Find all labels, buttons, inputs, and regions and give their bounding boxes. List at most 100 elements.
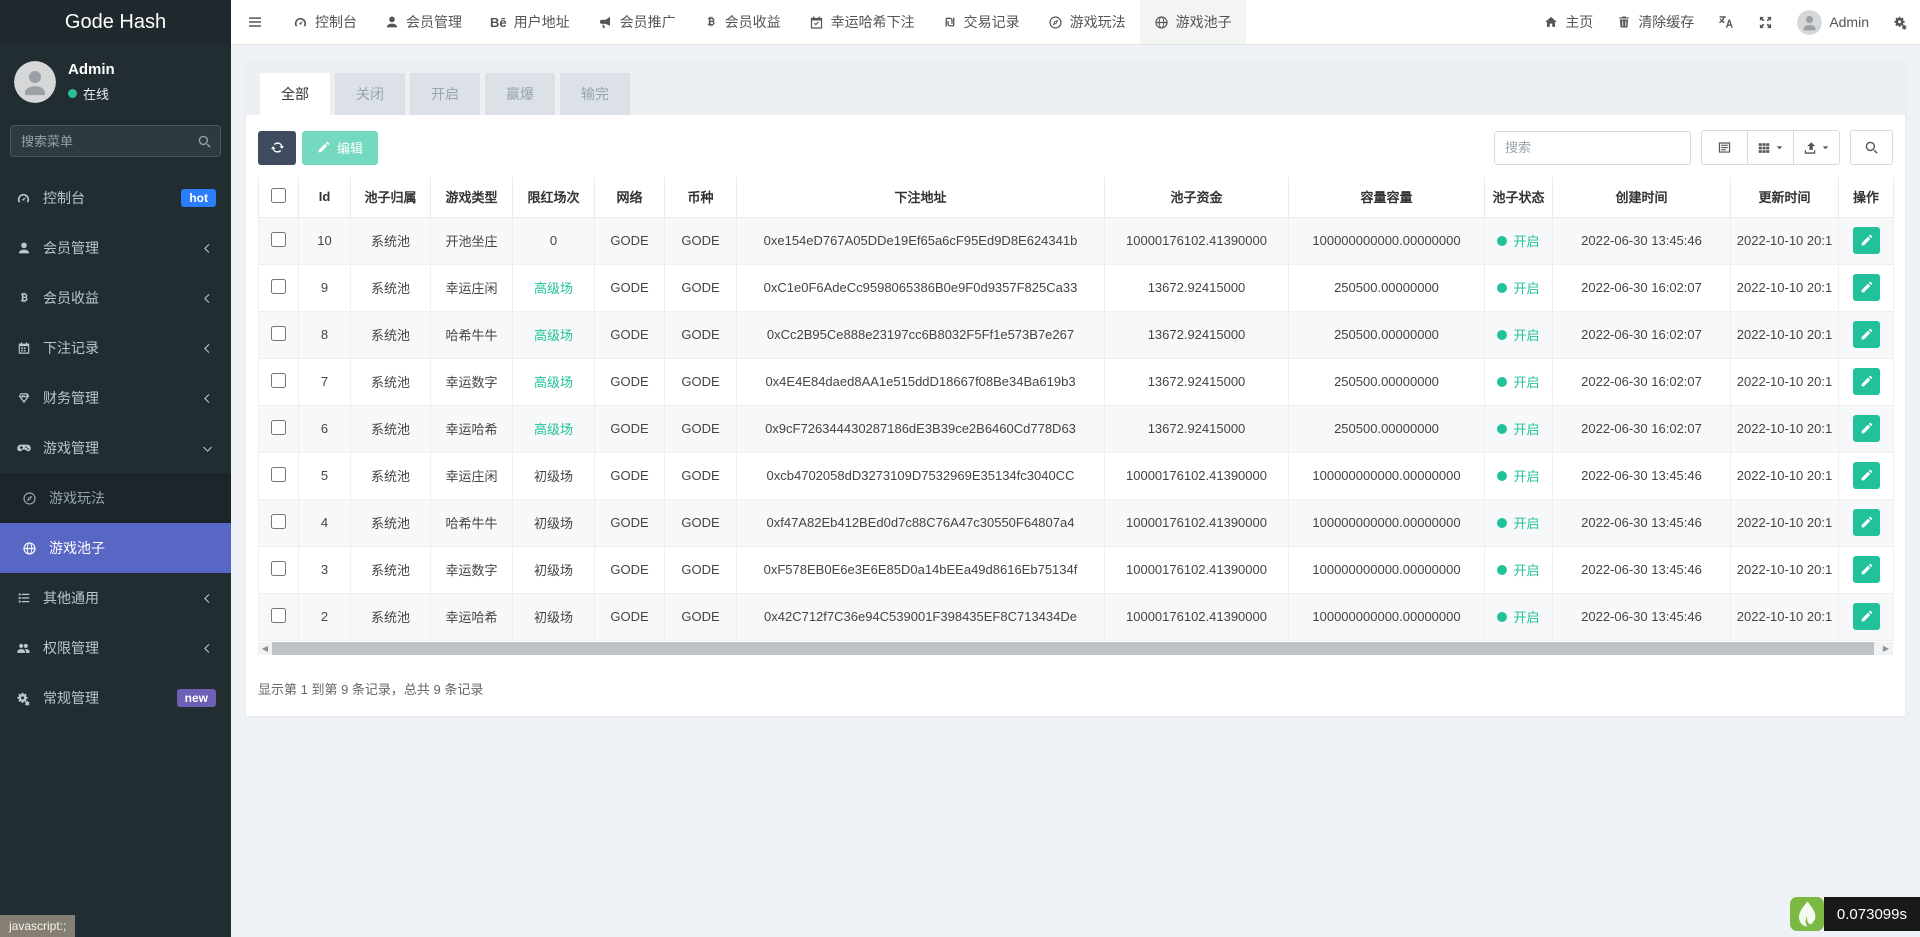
scroll-right-arrow[interactable]: ▶ (1879, 642, 1893, 655)
row-edit-button[interactable] (1853, 227, 1880, 254)
row-checkbox[interactable] (271, 420, 286, 435)
topnav-item-3[interactable]: Bē用户地址 (476, 0, 584, 44)
columns-button[interactable] (1747, 130, 1794, 165)
topbar-right-item-6[interactable] (1881, 0, 1920, 44)
edit-button[interactable]: 编辑 (302, 131, 378, 165)
row-checkbox[interactable] (271, 467, 286, 482)
cell-fund: 10000176102.41390000 (1105, 217, 1289, 264)
row-checkbox[interactable] (271, 279, 286, 294)
user-status: 在线 (68, 84, 115, 103)
cell-checkbox[interactable] (259, 593, 299, 640)
tab-赢爆[interactable]: 赢爆 (485, 73, 555, 115)
cell-checkbox[interactable] (259, 452, 299, 499)
cell-text: 2022-06-30 13:45:46 (1581, 515, 1702, 530)
cell-checkbox[interactable] (259, 546, 299, 593)
cell-checkbox[interactable] (259, 358, 299, 405)
sidebar-item-label: 控制台 (43, 188, 170, 208)
topnav-item-1[interactable]: 控制台 (279, 0, 371, 44)
sidebar-item-2[interactable]: 会员管理 (0, 223, 231, 273)
compass-icon (1048, 15, 1063, 30)
sidebar-subitem-游戏池子[interactable]: 游戏池子 (0, 523, 231, 573)
sidebar-item-8[interactable]: 权限管理 (0, 623, 231, 673)
status-label: 开启 (1513, 278, 1539, 297)
cell-owner: 系统池 (351, 405, 431, 452)
tab-关闭[interactable]: 关闭 (335, 73, 405, 115)
column-header-label: Id (319, 189, 331, 204)
cell-checkbox[interactable] (259, 311, 299, 358)
chevron-left-icon (199, 343, 216, 354)
search-submit-button[interactable] (1850, 130, 1893, 165)
cell-owner: 系统池 (351, 546, 431, 593)
sidebar-item-9[interactable]: 常规管理new (0, 673, 231, 723)
panel-body: 编辑 (246, 115, 1905, 716)
table-row: 5系统池幸运庄闲初级场GODEGODE0xcb4702058dD3273109D… (259, 452, 1894, 499)
row-edit-button[interactable] (1853, 556, 1880, 583)
records-info: 显示第 1 到第 9 条记录，总共 9 条记录 (258, 679, 1893, 698)
table-row: 4系统池哈希牛牛初级场GODEGODE0xf47A82Eb412BEd0d7c8… (259, 499, 1894, 546)
column-header-checkbox[interactable] (259, 177, 299, 217)
row-checkbox[interactable] (271, 373, 286, 388)
cell-text: 2022-06-30 16:02:07 (1581, 280, 1702, 295)
refresh-button[interactable] (258, 131, 296, 165)
topnav-item-8[interactable]: 游戏玩法 (1034, 0, 1140, 44)
tab-开启[interactable]: 开启 (410, 73, 480, 115)
sidebar-item-6[interactable]: 游戏管理 (0, 423, 231, 473)
cell-address: 0xcb4702058dD3273109D7532969E35134fc3040… (737, 452, 1105, 499)
row-edit-button[interactable] (1853, 321, 1880, 348)
row-edit-button[interactable] (1853, 368, 1880, 395)
topnav-item-6[interactable]: 幸运哈希下注 (795, 0, 929, 44)
topnav-item-4[interactable]: 会员推广 (584, 0, 690, 44)
online-dot-icon (68, 89, 77, 98)
table-search-input[interactable] (1494, 131, 1691, 165)
cell-checkbox[interactable] (259, 499, 299, 546)
sidebar-item-3[interactable]: 会员收益 (0, 273, 231, 323)
row-checkbox[interactable] (271, 232, 286, 247)
topbar-nav: 控制台会员管理Bē用户地址会员推广会员收益幸运哈希下注交易记录游戏玩法游戏池子 (279, 0, 1246, 44)
row-edit-button[interactable] (1853, 509, 1880, 536)
select-all-checkbox[interactable] (271, 188, 286, 203)
pencil-icon (1860, 469, 1873, 482)
row-edit-button[interactable] (1853, 462, 1880, 489)
scroll-left-arrow[interactable]: ◀ (258, 642, 272, 655)
sidebar-subitem-label: 游戏玩法 (49, 488, 216, 508)
column-header-limit: 限红场次 (513, 177, 595, 217)
topbar-right-item-3[interactable] (1706, 0, 1746, 44)
row-checkbox[interactable] (271, 561, 286, 576)
cell-text: 2022-10-10 20:1 (1737, 421, 1832, 436)
topnav-item-2[interactable]: 会员管理 (371, 0, 476, 44)
detail-view-button[interactable] (1701, 130, 1748, 165)
topbar-right-item-1[interactable]: 主页 (1532, 0, 1605, 44)
sidebar-item-7[interactable]: 其他通用 (0, 573, 231, 623)
tab-全部[interactable]: 全部 (260, 73, 330, 115)
topbar-right-item-4[interactable] (1746, 0, 1785, 44)
cell-checkbox[interactable] (259, 217, 299, 264)
tab-输完[interactable]: 输完 (560, 73, 630, 115)
scrollbar-thumb[interactable] (272, 642, 1874, 655)
cell-text: 2022-06-30 13:45:46 (1581, 562, 1702, 577)
topbar-right-item-5[interactable]: Admin (1785, 0, 1881, 44)
cell-checkbox[interactable] (259, 405, 299, 452)
row-checkbox[interactable] (271, 326, 286, 341)
topnav-item-5[interactable]: 会员收益 (690, 0, 795, 44)
sidebar-item-5[interactable]: 财务管理 (0, 373, 231, 423)
row-checkbox[interactable] (271, 514, 286, 529)
topnav-item-7[interactable]: 交易记录 (929, 0, 1034, 44)
cell-checkbox[interactable] (259, 264, 299, 311)
cell-text: 9 (321, 280, 328, 295)
row-checkbox[interactable] (271, 608, 286, 623)
sidebar-item-1[interactable]: 控制台hot (0, 173, 231, 223)
topnav-item-9[interactable]: 游戏池子 (1140, 0, 1246, 44)
hamburger-menu-icon[interactable] (231, 0, 279, 44)
export-button[interactable] (1793, 130, 1840, 165)
sidebar-subitem-游戏玩法[interactable]: 游戏玩法 (0, 473, 231, 523)
sidebar-item-4[interactable]: 下注记录 (0, 323, 231, 373)
sidebar-search-input[interactable] (21, 134, 197, 149)
cell-status: 开启 (1485, 499, 1553, 546)
row-edit-button[interactable] (1853, 274, 1880, 301)
row-edit-button[interactable] (1853, 603, 1880, 630)
topbar-right-item-2[interactable]: 清除缓存 (1605, 0, 1706, 44)
row-edit-button[interactable] (1853, 415, 1880, 442)
cell-created: 2022-06-30 13:45:46 (1553, 546, 1731, 593)
cell-address: 0x4E4E84daed8AA1e515ddD18667f08Be34Ba619… (737, 358, 1105, 405)
sidebar-item-label: 财务管理 (43, 388, 188, 408)
